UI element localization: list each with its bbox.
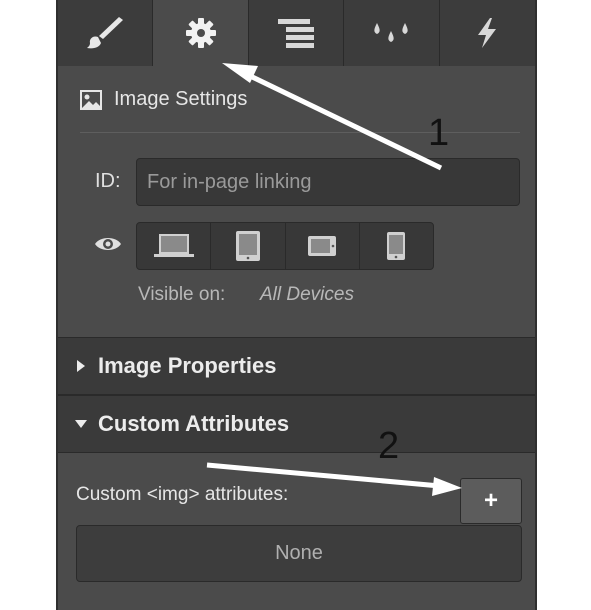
settings-panel: Image Settings ID: For in-page linking V… [56, 0, 537, 610]
caret-right-icon [74, 359, 88, 373]
tablet-icon [235, 231, 260, 261]
custom-attributes-label: Custom Attributes [98, 411, 290, 436]
annotation-marker-2: 2 [378, 425, 400, 467]
droplets-icon [374, 23, 408, 42]
tab-settings[interactable] [153, 0, 249, 66]
custom-attributes-header[interactable]: Custom Attributes [58, 395, 535, 453]
tab-style[interactable] [58, 0, 154, 66]
tab-interactions[interactable] [440, 0, 535, 66]
image-icon [80, 89, 102, 110]
laptop-icon [153, 234, 194, 257]
image-settings-label: Image Settings [114, 88, 248, 110]
device-tablet-button[interactable] [211, 223, 286, 269]
annotation-marker-1: 1 [428, 112, 450, 154]
image-settings-section: Image Settings ID: For in-page linking V… [58, 66, 535, 336]
id-label: ID: [95, 170, 121, 192]
phone-icon [387, 232, 406, 260]
attributes-empty-state: None [76, 525, 522, 582]
paintbrush-icon [87, 17, 124, 49]
tab-swatches[interactable] [344, 0, 440, 66]
tablet-landscape-icon [308, 236, 337, 256]
add-attribute-button[interactable]: + [460, 478, 522, 524]
eye-icon [95, 238, 121, 250]
lightning-icon [478, 18, 497, 48]
divider [80, 132, 520, 133]
visible-on-label: Visible on: [138, 284, 226, 305]
caret-down-icon [74, 419, 88, 429]
custom-attributes-field-label: Custom <img> attributes: [76, 484, 289, 505]
device-phone-button[interactable] [360, 223, 433, 269]
gear-icon [185, 18, 216, 48]
device-desktop-button[interactable] [137, 223, 212, 269]
image-settings-title: Image Settings [80, 88, 247, 111]
image-properties-label: Image Properties [98, 353, 277, 378]
tab-bar [58, 0, 535, 66]
device-visibility-group [136, 222, 434, 270]
device-tablet-landscape-button[interactable] [286, 223, 360, 269]
visible-on-value: All Devices [260, 284, 354, 305]
image-properties-header[interactable]: Image Properties [58, 337, 535, 395]
tab-navigator[interactable] [249, 0, 345, 66]
align-lines-icon [277, 19, 314, 48]
id-input[interactable] [136, 158, 520, 206]
